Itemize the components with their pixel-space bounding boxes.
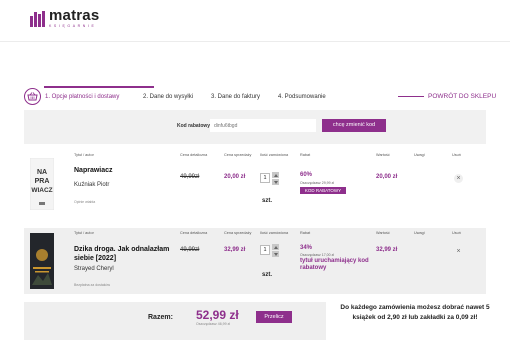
item-title[interactable]: Dzika droga. Jak odnalazłam siebie [2022… (74, 246, 184, 263)
discount-savings: Oszczędzasz 29,99 zł (300, 181, 335, 185)
col-header-quantity: Ilość zamówiona (260, 231, 289, 235)
back-link-line (398, 96, 424, 97)
item-shipping-note: Bezpłatna za dostaków (74, 283, 110, 287)
col-header-value: Wartość (376, 153, 390, 157)
cart-page: matras KSIĘGARNIE 1. Opcje płatności i d… (0, 0, 510, 340)
item-value: 20,00 zł (376, 174, 398, 180)
matras-logo[interactable]: matras KSIĘGARNIE (30, 7, 100, 28)
coupon-label: Kod rabatowy (177, 123, 211, 129)
svg-text:WIACZ: WIACZ (31, 187, 52, 194)
discount-savings: Oszczędzasz 17,00 zł (300, 253, 335, 257)
item-list-price: 49,99zł (180, 174, 200, 180)
col-header-remove: Usuń (452, 153, 461, 157)
step-payment-delivery[interactable]: 1. Opcje płatności i dostawy (45, 94, 119, 100)
active-step-indicator (44, 86, 154, 88)
item-sale-price: 32,99 zł (224, 247, 246, 253)
basket-icon (24, 88, 41, 105)
svg-text:NA: NA (37, 169, 47, 176)
cart-item-row: NA PRA WIACZ Tytuł / autor Cena detalicz… (24, 150, 486, 228)
checkout-steps: 1. Opcje płatności i dostawy 2. Dane do … (24, 86, 510, 110)
discount-trigger-note: tytuł uruchamiający kod rabatowy (300, 258, 369, 271)
total-savings: Oszczędzasz 46,99 zł (196, 322, 231, 326)
quantity-decrease-button[interactable] (272, 251, 279, 257)
item-list-price: 49,99zł (180, 247, 200, 253)
col-header-title: Tytuł / autor (74, 231, 94, 235)
item-shipping-note: Opinie wtabla (74, 200, 96, 204)
col-header-discount: Rabat (300, 231, 311, 235)
col-header-list-price: Cena detaliczna (180, 153, 208, 157)
col-header-notes: Uwagi (414, 153, 425, 157)
books-logo-icon (30, 10, 45, 27)
item-sale-price: 20,00 zł (224, 174, 246, 180)
col-header-title: Tytuł / autor (74, 153, 94, 157)
remove-item-icon[interactable]: × (454, 247, 463, 256)
quantity-input[interactable]: 1 (260, 173, 270, 183)
col-header-remove: Usuń (452, 231, 461, 235)
col-header-discount: Rabat (300, 153, 311, 157)
total-label: Razem: (148, 314, 173, 321)
step-summary[interactable]: 4. Podsumowanie (278, 94, 326, 100)
total-value: 52,99 zł (196, 308, 239, 322)
back-to-shop-link[interactable]: POWRÓT DO SKLEPU (428, 93, 496, 100)
change-coupon-button[interactable]: chcę zmienić kod (322, 119, 386, 132)
cart-item-row: Tytuł / autor Cena detaliczna Cena sprze… (24, 228, 486, 294)
item-author[interactable]: Kuźniak Piotr (74, 182, 109, 188)
promo-message: Do każdego zamówienia możesz dobrać nawe… (340, 304, 490, 321)
item-author[interactable]: Strayed Cheryl (74, 266, 114, 272)
quantity-unit: szt. (262, 272, 273, 278)
quantity-increase-button[interactable] (272, 172, 279, 178)
book-cover-naprawiacz[interactable]: NA PRA WIACZ (30, 158, 54, 210)
col-header-quantity: Ilość zamówiona (260, 153, 289, 157)
step-shipping-data[interactable]: 2. Dane do wysyłki (143, 94, 193, 100)
recalculate-button[interactable]: Przelicz (256, 311, 292, 323)
col-header-sale-price: Cena sprzedaży (224, 153, 252, 157)
step-invoice-data[interactable]: 3. Dane do faktury (211, 94, 260, 100)
coupon-code-input[interactable] (210, 119, 316, 132)
svg-text:PRA: PRA (35, 178, 50, 185)
discount-percent: 34% (300, 245, 313, 251)
header-divider (0, 41, 510, 42)
quantity-input[interactable]: 1 (260, 245, 270, 255)
logo-tagline: KSIĘGARNIE (49, 24, 97, 28)
item-value: 32,99 zł (376, 247, 398, 253)
quantity-unit: szt. (262, 198, 273, 204)
discount-code-badge[interactable]: KOD RABATOWY (300, 187, 346, 194)
col-header-sale-price: Cena sprzedaży (224, 231, 252, 235)
order-totals: Razem: 52,99 zł Oszczędzasz 46,99 zł Prz… (24, 302, 326, 340)
remove-item-icon[interactable]: × (454, 174, 463, 183)
col-header-notes: Uwagi (414, 231, 425, 235)
discount-percent: 60% (300, 172, 313, 178)
book-cover-dzika-droga[interactable] (30, 233, 54, 289)
coupon-section: Kod rabatowy chcę zmienić kod (24, 110, 486, 144)
logo-wordmark: matras (49, 7, 100, 24)
item-title[interactable]: Naprawiacz (74, 167, 184, 176)
col-header-value: Wartość (376, 231, 390, 235)
col-header-list-price: Cena detaliczna (180, 231, 208, 235)
quantity-increase-button[interactable] (272, 244, 279, 250)
quantity-decrease-button[interactable] (272, 179, 279, 185)
